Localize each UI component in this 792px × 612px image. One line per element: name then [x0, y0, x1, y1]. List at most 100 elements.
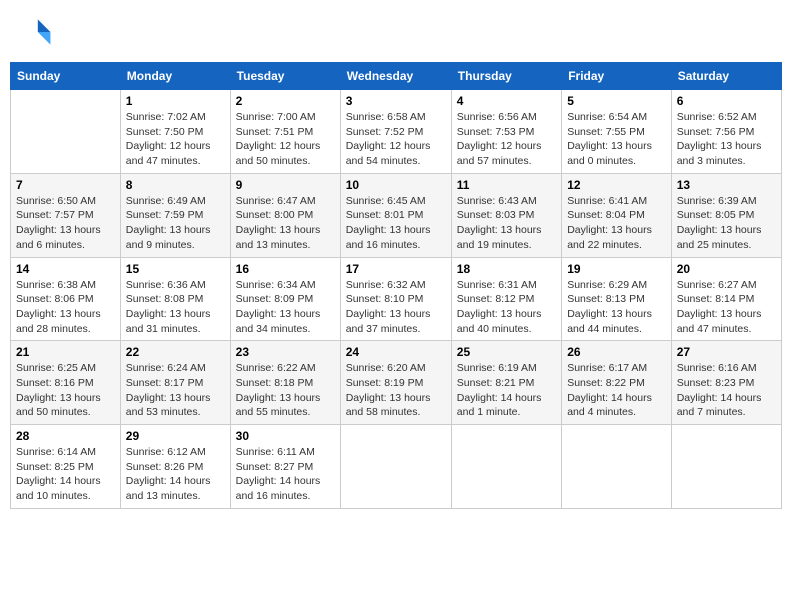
col-header-thursday: Thursday — [451, 63, 561, 90]
cell-sun-info: Sunrise: 6:47 AMSunset: 8:00 PMDaylight:… — [236, 194, 335, 253]
calendar-cell — [451, 425, 561, 509]
calendar-cell: 25 Sunrise: 6:19 AMSunset: 8:21 PMDayligh… — [451, 341, 561, 425]
cell-sun-info: Sunrise: 6:11 AMSunset: 8:27 PMDaylight:… — [236, 445, 335, 504]
calendar-cell: 3 Sunrise: 6:58 AMSunset: 7:52 PMDaylight… — [340, 90, 451, 174]
calendar-cell: 4 Sunrise: 6:56 AMSunset: 7:53 PMDaylight… — [451, 90, 561, 174]
cell-sun-info: Sunrise: 6:19 AMSunset: 8:21 PMDaylight:… — [457, 361, 556, 420]
cell-day-number: 23 — [236, 345, 335, 359]
cell-day-number: 28 — [16, 429, 115, 443]
logo-icon — [18, 14, 54, 50]
calendar-cell: 21Sunrise: 6:25 AMSunset: 8:16 PMDayligh… — [11, 341, 121, 425]
calendar-cell: 7 Sunrise: 6:50 AMSunset: 7:57 PMDaylight… — [11, 173, 121, 257]
cell-day-number: 25 — [457, 345, 556, 359]
col-header-saturday: Saturday — [671, 63, 781, 90]
calendar-cell: 17 Sunrise: 6:32 AMSunset: 8:10 PMDayligh… — [340, 257, 451, 341]
cell-sun-info: Sunrise: 6:38 AMSunset: 8:06 PMDaylight:… — [16, 278, 115, 337]
logo — [18, 14, 56, 50]
cell-day-number: 9 — [236, 178, 335, 192]
cell-sun-info: Sunrise: 6:22 AMSunset: 8:18 PMDaylight:… — [236, 361, 335, 420]
cell-sun-info: Sunrise: 6:32 AMSunset: 8:10 PMDaylight:… — [346, 278, 446, 337]
cell-day-number: 11 — [457, 178, 556, 192]
cell-day-number: 7 — [16, 178, 115, 192]
cell-day-number: 8 — [126, 178, 225, 192]
cell-sun-info: Sunrise: 6:25 AMSunset: 8:16 PMDaylight:… — [16, 361, 115, 420]
calendar-body: 1 Sunrise: 7:02 AMSunset: 7:50 PMDaylight… — [11, 90, 782, 509]
cell-day-number: 27 — [677, 345, 776, 359]
cell-sun-info: Sunrise: 6:50 AMSunset: 7:57 PMDaylight:… — [16, 194, 115, 253]
calendar-cell: 6Sunrise: 6:52 AMSunset: 7:56 PMDaylight… — [671, 90, 781, 174]
calendar-cell: 11 Sunrise: 6:43 AMSunset: 8:03 PMDayligh… — [451, 173, 561, 257]
cell-sun-info: Sunrise: 6:49 AMSunset: 7:59 PMDaylight:… — [126, 194, 225, 253]
cell-day-number: 14 — [16, 262, 115, 276]
cell-day-number: 10 — [346, 178, 446, 192]
calendar-cell — [340, 425, 451, 509]
cell-sun-info: Sunrise: 6:27 AMSunset: 8:14 PMDaylight:… — [677, 278, 776, 337]
calendar-cell: 20 Sunrise: 6:27 AMSunset: 8:14 PMDayligh… — [671, 257, 781, 341]
col-header-wednesday: Wednesday — [340, 63, 451, 90]
cell-day-number: 2 — [236, 94, 335, 108]
week-row-4: 21Sunrise: 6:25 AMSunset: 8:16 PMDayligh… — [11, 341, 782, 425]
cell-sun-info: Sunrise: 6:58 AMSunset: 7:52 PMDaylight:… — [346, 110, 446, 169]
calendar-cell: 10Sunrise: 6:45 AMSunset: 8:01 PMDayligh… — [340, 173, 451, 257]
col-header-monday: Monday — [120, 63, 230, 90]
cell-sun-info: Sunrise: 6:54 AMSunset: 7:55 PMDaylight:… — [567, 110, 666, 169]
calendar-cell: 2 Sunrise: 7:00 AMSunset: 7:51 PMDaylight… — [230, 90, 340, 174]
calendar-cell: 16Sunrise: 6:34 AMSunset: 8:09 PMDayligh… — [230, 257, 340, 341]
week-row-1: 1 Sunrise: 7:02 AMSunset: 7:50 PMDaylight… — [11, 90, 782, 174]
cell-sun-info: Sunrise: 6:17 AMSunset: 8:22 PMDaylight:… — [567, 361, 666, 420]
cell-day-number: 30 — [236, 429, 335, 443]
cell-sun-info: Sunrise: 6:14 AMSunset: 8:25 PMDaylight:… — [16, 445, 115, 504]
week-row-5: 28 Sunrise: 6:14 AMSunset: 8:25 PMDayligh… — [11, 425, 782, 509]
calendar-cell: 15 Sunrise: 6:36 AMSunset: 8:08 PMDayligh… — [120, 257, 230, 341]
cell-day-number: 15 — [126, 262, 225, 276]
cell-sun-info: Sunrise: 6:43 AMSunset: 8:03 PMDaylight:… — [457, 194, 556, 253]
calendar-cell: 12 Sunrise: 6:41 AMSunset: 8:04 PMDayligh… — [562, 173, 672, 257]
calendar-cell: 29Sunrise: 6:12 AMSunset: 8:26 PMDayligh… — [120, 425, 230, 509]
calendar-cell: 8 Sunrise: 6:49 AMSunset: 7:59 PMDaylight… — [120, 173, 230, 257]
week-row-3: 14 Sunrise: 6:38 AMSunset: 8:06 PMDayligh… — [11, 257, 782, 341]
col-header-friday: Friday — [562, 63, 672, 90]
cell-sun-info: Sunrise: 6:31 AMSunset: 8:12 PMDaylight:… — [457, 278, 556, 337]
calendar-cell: 14 Sunrise: 6:38 AMSunset: 8:06 PMDayligh… — [11, 257, 121, 341]
cell-sun-info: Sunrise: 6:36 AMSunset: 8:08 PMDaylight:… — [126, 278, 225, 337]
week-row-2: 7 Sunrise: 6:50 AMSunset: 7:57 PMDaylight… — [11, 173, 782, 257]
calendar-cell: 1 Sunrise: 7:02 AMSunset: 7:50 PMDaylight… — [120, 90, 230, 174]
calendar-cell — [562, 425, 672, 509]
cell-day-number: 22 — [126, 345, 225, 359]
calendar-cell: 9 Sunrise: 6:47 AMSunset: 8:00 PMDaylight… — [230, 173, 340, 257]
cell-sun-info: Sunrise: 7:02 AMSunset: 7:50 PMDaylight:… — [126, 110, 225, 169]
calendar-cell: 22 Sunrise: 6:24 AMSunset: 8:17 PMDayligh… — [120, 341, 230, 425]
cell-sun-info: Sunrise: 6:20 AMSunset: 8:19 PMDaylight:… — [346, 361, 446, 420]
cell-sun-info: Sunrise: 6:24 AMSunset: 8:17 PMDaylight:… — [126, 361, 225, 420]
cell-day-number: 16 — [236, 262, 335, 276]
cell-sun-info: Sunrise: 7:00 AMSunset: 7:51 PMDaylight:… — [236, 110, 335, 169]
column-headers: SundayMondayTuesdayWednesdayThursdayFrid… — [11, 63, 782, 90]
cell-day-number: 18 — [457, 262, 556, 276]
cell-day-number: 1 — [126, 94, 225, 108]
calendar-cell: 5 Sunrise: 6:54 AMSunset: 7:55 PMDaylight… — [562, 90, 672, 174]
cell-day-number: 19 — [567, 262, 666, 276]
calendar-cell: 30 Sunrise: 6:11 AMSunset: 8:27 PMDayligh… — [230, 425, 340, 509]
cell-day-number: 4 — [457, 94, 556, 108]
cell-day-number: 17 — [346, 262, 446, 276]
calendar-cell: 23 Sunrise: 6:22 AMSunset: 8:18 PMDayligh… — [230, 341, 340, 425]
page-header — [10, 10, 782, 54]
calendar-cell — [671, 425, 781, 509]
col-header-sunday: Sunday — [11, 63, 121, 90]
cell-day-number: 24 — [346, 345, 446, 359]
cell-day-number: 12 — [567, 178, 666, 192]
cell-day-number: 26 — [567, 345, 666, 359]
cell-day-number: 20 — [677, 262, 776, 276]
cell-day-number: 3 — [346, 94, 446, 108]
cell-day-number: 5 — [567, 94, 666, 108]
cell-sun-info: Sunrise: 6:29 AMSunset: 8:13 PMDaylight:… — [567, 278, 666, 337]
calendar-cell: 27 Sunrise: 6:16 AMSunset: 8:23 PMDayligh… — [671, 341, 781, 425]
calendar-cell — [11, 90, 121, 174]
cell-day-number: 29 — [126, 429, 225, 443]
cell-sun-info: Sunrise: 6:41 AMSunset: 8:04 PMDaylight:… — [567, 194, 666, 253]
col-header-tuesday: Tuesday — [230, 63, 340, 90]
cell-sun-info: Sunrise: 6:56 AMSunset: 7:53 PMDaylight:… — [457, 110, 556, 169]
calendar-cell: 19 Sunrise: 6:29 AMSunset: 8:13 PMDayligh… — [562, 257, 672, 341]
cell-sun-info: Sunrise: 6:16 AMSunset: 8:23 PMDaylight:… — [677, 361, 776, 420]
cell-day-number: 13 — [677, 178, 776, 192]
